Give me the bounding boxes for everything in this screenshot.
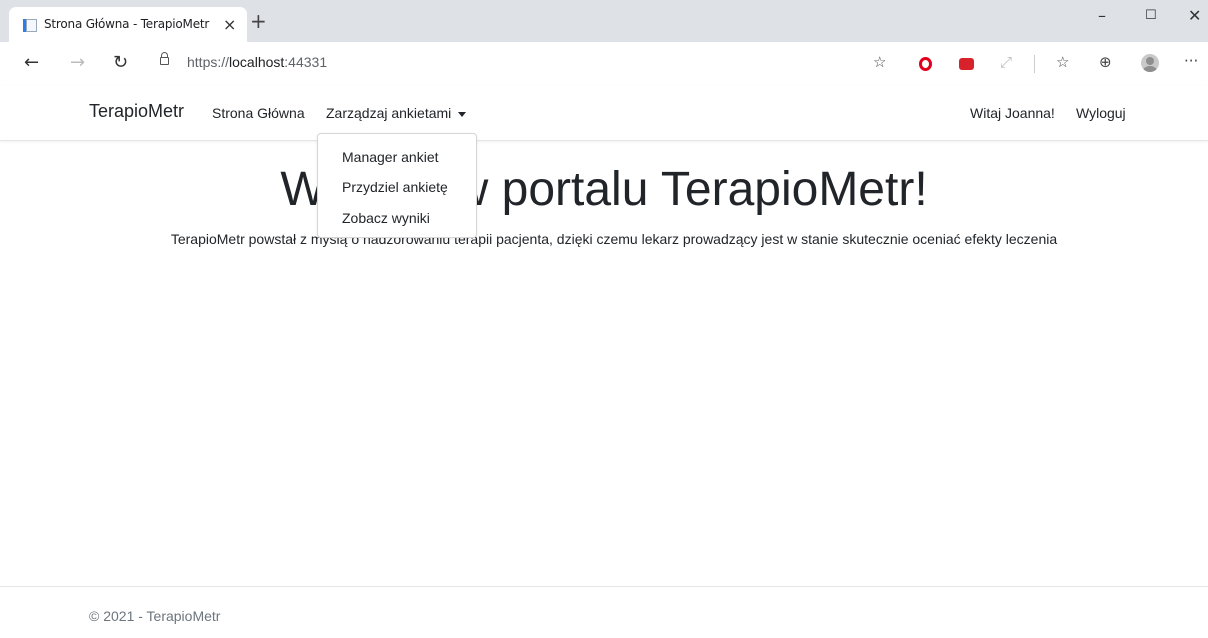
collections-icon[interactable]: ⊕ (1099, 54, 1112, 70)
dropdown-item-manager[interactable]: Manager ankiet (342, 149, 439, 165)
site-navbar: TerapioMetr Strona Główna Zarządzaj anki… (0, 86, 1208, 141)
footer-copyright: © 2021 - TerapioMetr (89, 608, 221, 624)
tab-title: Strona Główna - TerapioMetr (44, 17, 210, 31)
nav-dropdown-surveys[interactable]: Zarządzaj ankietami (326, 105, 467, 121)
page-heading: Witamy w portalu TerapioMetr! (280, 163, 928, 216)
address-bar[interactable]: https://localhost:44331 (142, 47, 906, 79)
dropdown-item-results[interactable]: Zobacz wyniki (342, 210, 430, 226)
lock-icon[interactable] (160, 52, 169, 65)
extension-icon[interactable] (959, 58, 974, 70)
browser-tab[interactable]: Strona Główna - TerapioMetr × (9, 7, 247, 42)
page-lead-text: TerapioMetr powstał z myślą o nadzorowan… (170, 231, 1058, 247)
profile-icon[interactable] (1141, 54, 1159, 72)
toolbar-divider (1034, 55, 1035, 73)
page-favicon-icon (23, 19, 37, 32)
nav-dropdown-label: Zarządzaj ankietami (326, 105, 452, 121)
logout-link[interactable]: Wyloguj (1076, 105, 1126, 121)
browser-toolbar: ← → ↻ https://localhost:44331 (0, 42, 1208, 87)
browser-titlebar: Strona Główna - TerapioMetr × + – ☐ ✕ (0, 0, 1208, 42)
dropdown-item-assign[interactable]: Przydziel ankietę (342, 179, 448, 195)
caret-down-icon (458, 111, 467, 117)
forward-icon[interactable]: → (70, 53, 85, 73)
surveys-dropdown-menu: Manager ankiet Przydziel ankietę Zobacz … (317, 133, 477, 238)
close-window-button[interactable]: ✕ (1188, 6, 1201, 25)
brand-link[interactable]: TerapioMetr (89, 101, 184, 122)
new-tab-button[interactable]: + (250, 11, 267, 31)
opera-icon[interactable] (919, 57, 932, 71)
url-text[interactable]: https://localhost:44331 (187, 54, 327, 70)
maximize-button[interactable]: ☐ (1145, 8, 1157, 23)
tab-close-button[interactable]: × (223, 15, 236, 34)
back-icon[interactable]: ← (24, 53, 39, 73)
favorites-icon[interactable]: ☆ (1056, 54, 1069, 70)
site-footer: © 2021 - TerapioMetr (0, 586, 1208, 638)
more-icon[interactable]: ··· (1184, 53, 1198, 69)
greeting-text: Witaj Joanna! (970, 105, 1055, 121)
cast-icon[interactable]: ⤢ (1000, 54, 1012, 70)
refresh-icon[interactable]: ↻ (113, 53, 128, 73)
minimize-button[interactable]: – (1098, 6, 1106, 25)
nav-link-home[interactable]: Strona Główna (212, 105, 305, 121)
favorites-add-icon[interactable]: ☆ (873, 54, 886, 70)
